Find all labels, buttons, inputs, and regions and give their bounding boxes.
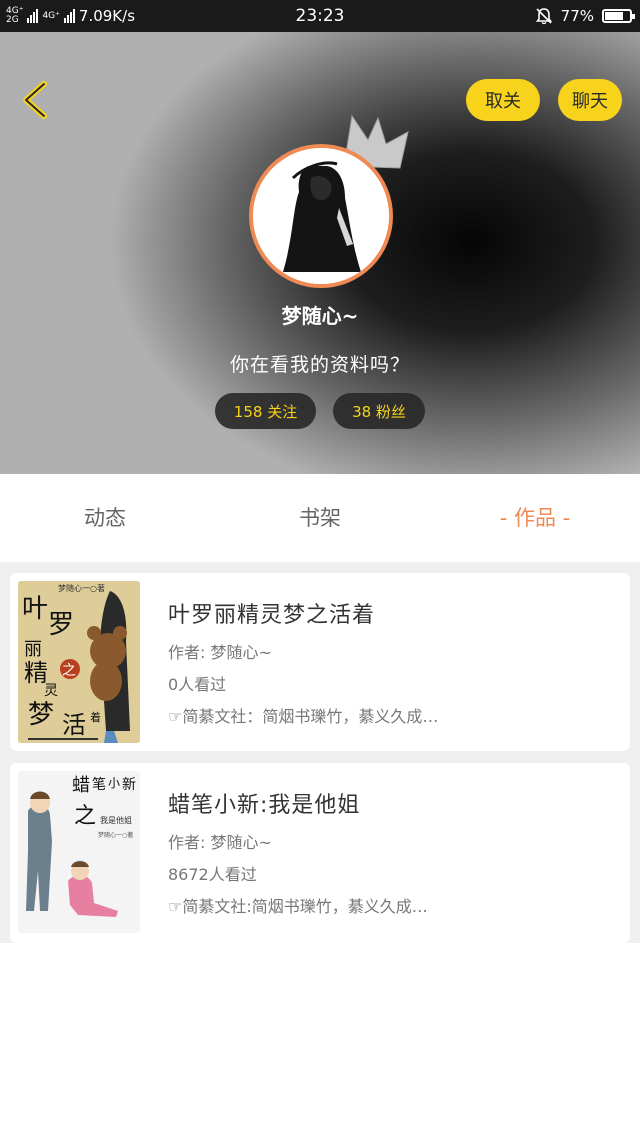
chat-button[interactable]: 聊天 <box>558 79 622 121</box>
bio: 你在看我的资料吗？ <box>229 354 410 376</box>
list-item[interactable]: 梦随心一○著 叶 罗 丽 精 之 灵 梦 活 着 叶罗丽精灵梦之活着 作者: 梦… <box>10 573 630 751</box>
cover-char: 活 <box>62 711 86 739</box>
book-views: 0人看过 <box>168 675 227 694</box>
book-community: ☞简綦文社：简烟书瓅竹，綦义久成… <box>168 707 439 726</box>
list-item[interactable]: 蜡 笔 小 新 之 我是他姐 梦随心一○著 蜡笔小新:我是他姐 作者: 梦随心~… <box>10 763 630 943</box>
book-cover-art: 蜡 笔 小 新 之 我是他姐 梦随心一○著 <box>18 771 140 933</box>
cover-char: 罗 <box>48 610 74 640</box>
battery-fill <box>605 12 624 20</box>
following-count[interactable]: 158 关注 <box>215 393 316 429</box>
tab-feed[interactable]: 动态 <box>40 474 170 562</box>
works-list: 梦随心一○著 叶 罗 丽 精 之 灵 梦 活 着 叶罗丽精灵梦之活着 作者: 梦… <box>0 563 640 943</box>
battery-icon <box>602 9 635 23</box>
book-cover[interactable]: 蜡 笔 小 新 之 我是他姐 梦随心一○著 <box>18 771 140 933</box>
cover-char: 丽 <box>24 639 42 660</box>
username: 梦随心~ <box>281 304 359 328</box>
avatar[interactable] <box>249 144 393 288</box>
cover-title-char: 小 <box>108 776 120 790</box>
tab-works[interactable]: - 作品 - <box>470 474 600 562</box>
book-views: 8672人看过 <box>168 865 257 884</box>
cover-char: 灵 <box>44 683 58 699</box>
book-community: ☞简綦文社:简烟书瓅竹，綦义久成… <box>168 897 428 916</box>
status-bar: 4G⁺ 2G 4G⁺ 7.09K/s 23:23 77% <box>0 0 640 32</box>
book-author: 作者: 梦随心~ <box>168 833 272 852</box>
fans-count[interactable]: 38 粉丝 <box>333 393 425 429</box>
cover-char: 叶 <box>22 594 48 624</box>
cover-title-char: 笔 <box>92 777 106 793</box>
cover-title-char: 新 <box>122 777 136 793</box>
book-title[interactable]: 蜡笔小新:我是他姐 <box>168 787 360 819</box>
avatar-image <box>253 148 389 284</box>
back-arrow-icon[interactable] <box>18 80 52 120</box>
profile-tabs: 动态 书架 - 作品 - <box>0 474 640 563</box>
tab-bookshelf[interactable]: 书架 <box>255 474 385 562</box>
mute-bell-icon <box>535 8 552 25</box>
profile-header: 取关 聊天 梦随心~ 你在看我的资料吗？ 158 关注 38 粉丝 <box>0 32 640 474</box>
cover-subtitle: 我是他姐 <box>100 815 132 825</box>
unfollow-button[interactable]: 取关 <box>466 79 540 121</box>
book-cover[interactable]: 梦随心一○著 叶 罗 丽 精 之 灵 梦 活 着 <box>18 581 140 743</box>
status-right: 77% <box>535 0 635 32</box>
cover-char: 之 <box>62 663 76 679</box>
cover-char: 着 <box>90 710 101 724</box>
book-author: 作者: 梦随心~ <box>168 643 272 662</box>
cover-byline: 梦随心一○著 <box>58 583 105 593</box>
cover-byline: 梦随心一○著 <box>98 831 133 839</box>
book-title[interactable]: 叶罗丽精灵梦之活着 <box>168 597 375 629</box>
cover-zhi: 之 <box>74 804 96 829</box>
cover-title-char: 蜡 <box>72 775 90 796</box>
book-cover-art: 梦随心一○著 叶 罗 丽 精 之 灵 梦 活 着 <box>18 581 140 743</box>
battery-percent: 77% <box>560 7 594 25</box>
cover-char: 梦 <box>28 700 54 730</box>
